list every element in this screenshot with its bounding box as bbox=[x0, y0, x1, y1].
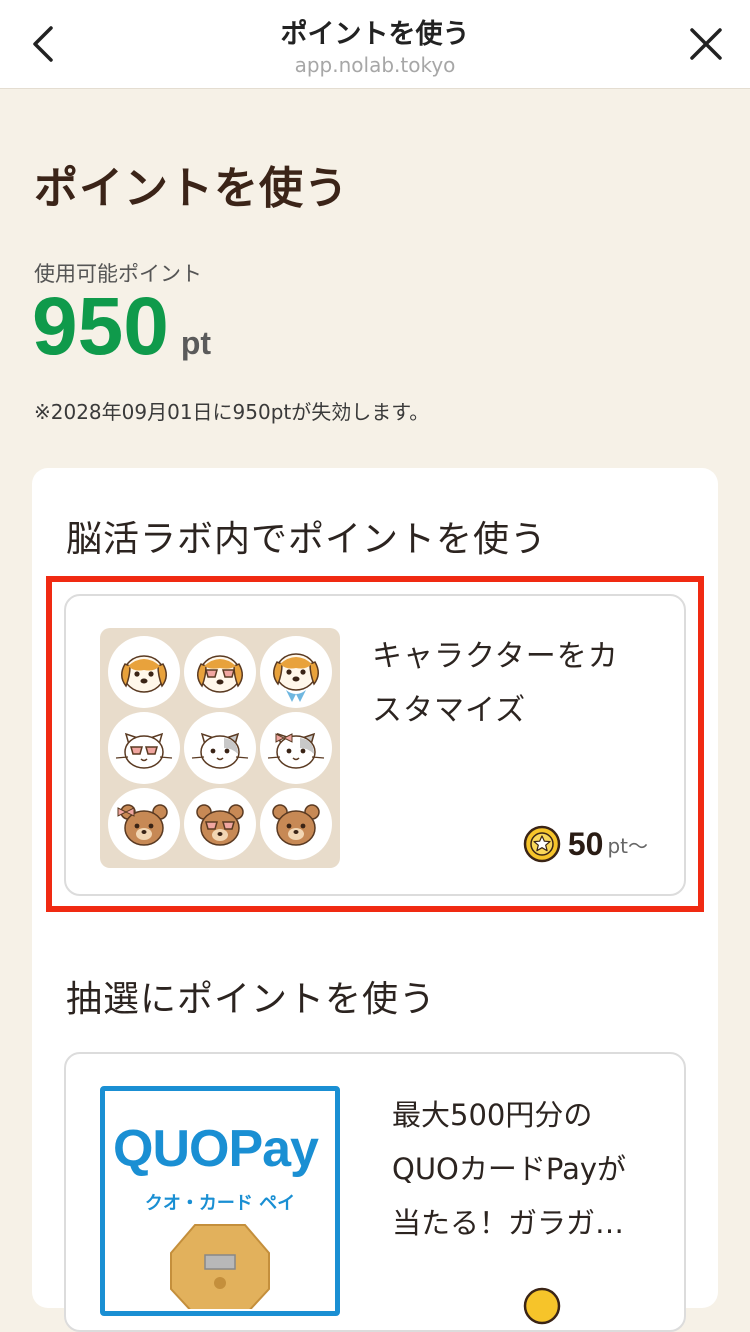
lottery-card[interactable]: QUOPay クオ・カード ペイ 最大500円分のQUOカードPayが当たる！ガ… bbox=[64, 1052, 686, 1332]
price-value: 50 bbox=[567, 825, 604, 862]
points-value: 950 bbox=[32, 281, 169, 372]
available-points: 950 pt bbox=[32, 282, 211, 372]
quo-pay-image: QUOPay クオ・カード ペイ bbox=[100, 1086, 340, 1316]
dog-sunglasses-icon bbox=[184, 636, 256, 708]
quo-pay-logo-sub: クオ・カード ペイ bbox=[144, 1193, 296, 1214]
quo-pay-logo: QUOPay bbox=[113, 1120, 319, 1178]
gacha-machine-icon bbox=[170, 1224, 270, 1309]
star-coin-icon bbox=[523, 825, 561, 863]
lottery-title: 最大500円分のQUOカードPayが当たる！ガラガ… bbox=[392, 1098, 626, 1240]
item-price: 50 pt〜 bbox=[522, 824, 648, 864]
header-title: ポイントを使う bbox=[280, 19, 470, 50]
close-button[interactable] bbox=[684, 22, 728, 66]
bear-ribbon-icon bbox=[108, 788, 180, 860]
points-unit: pt bbox=[180, 325, 212, 361]
cat-ribbon-icon bbox=[260, 712, 332, 784]
bear-sunglasses-icon bbox=[184, 788, 256, 860]
section-heading-in-lab: 脳活ラボ内でポイントを使う bbox=[66, 519, 548, 560]
character-customize-title: キャラクターをカスタマイズ bbox=[372, 639, 619, 728]
header-url: app.nolab.tokyo bbox=[294, 53, 456, 77]
close-icon bbox=[690, 28, 722, 60]
star-coin-icon bbox=[523, 1287, 561, 1325]
bear-icon bbox=[260, 788, 332, 860]
character-thumbnail bbox=[100, 628, 340, 868]
cat-sunglasses-icon bbox=[108, 712, 180, 784]
expiry-note: ※2028年09月01日に950ptが失効します。 bbox=[34, 400, 430, 424]
cat-icon bbox=[184, 712, 256, 784]
top-navigation-bar: ポイントを使う app.nolab.tokyo bbox=[0, 0, 750, 89]
price-unit: pt〜 bbox=[607, 833, 648, 858]
dog-bandana-icon bbox=[260, 636, 332, 708]
page-title: ポイントを使う bbox=[34, 163, 349, 214]
dog-icon bbox=[108, 636, 180, 708]
character-customize-card[interactable]: キャラクターをカスタマイズ 50 pt〜 bbox=[64, 594, 686, 896]
section-heading-lottery: 抽選にポイントを使う bbox=[66, 979, 437, 1020]
